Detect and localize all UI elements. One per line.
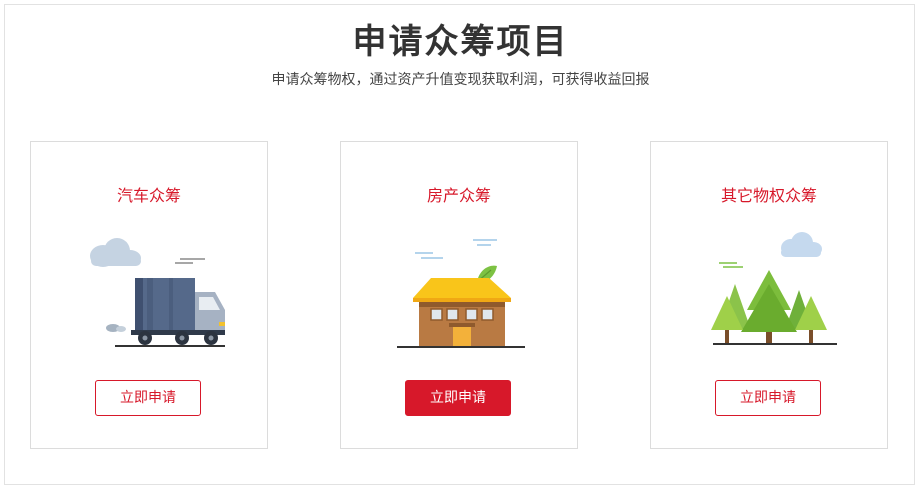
card-house: 房产众筹 立即申请 — [340, 141, 578, 449]
card-other: 其它物权众筹 立即申请 — [650, 141, 888, 449]
page-title: 申请众筹项目 — [352, 22, 569, 62]
card-title: 汽车众筹 — [116, 186, 181, 205]
trees-icon — [711, 232, 837, 345]
truck-icon — [90, 238, 225, 347]
apply-button-other[interactable]: 立即申请 — [715, 380, 821, 416]
house-icon — [397, 239, 525, 348]
card-title: 房产众筹 — [426, 186, 491, 205]
page-subtitle: 申请众筹物权，通过资产升值变现获取利润，可获得收益回报 — [271, 72, 650, 88]
apply-button-car[interactable]: 立即申请 — [95, 380, 201, 416]
card-title: 其它物权众筹 — [720, 186, 817, 205]
card-car: 汽车众筹 立即申请 — [30, 141, 268, 449]
apply-button-house[interactable]: 立即申请 — [405, 380, 511, 416]
